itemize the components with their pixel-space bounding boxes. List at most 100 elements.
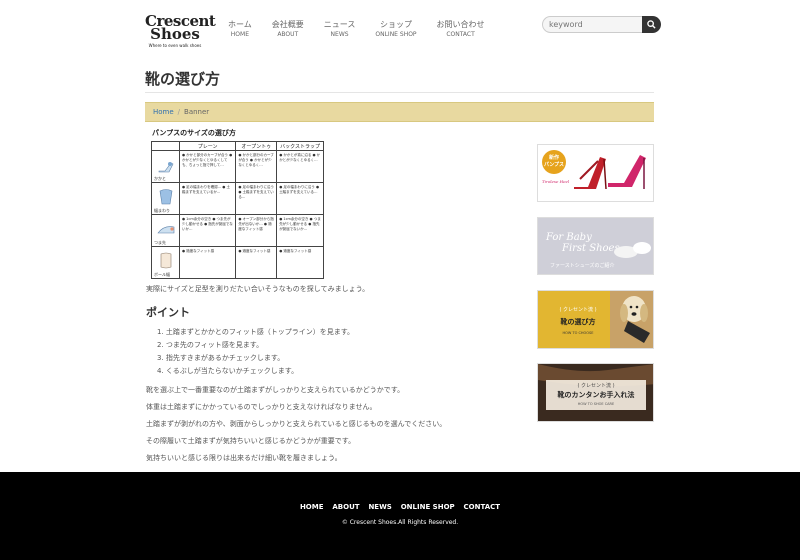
dog-image xyxy=(610,291,653,348)
size-guide-table: プレーン オープントゥ バックストラップ かかと ● かかと部分のカーブが合う … xyxy=(151,141,324,279)
nav-label-en: ONLINE SHOP xyxy=(375,31,417,38)
table-cell: ● かかと部分のカーブが合う ● かかとが少なくとゆるく… xyxy=(235,150,278,183)
search-input[interactable] xyxy=(542,16,642,33)
nav-item-contact[interactable]: お問い合わせ CONTACT xyxy=(427,19,495,39)
row-header: かかと xyxy=(151,150,180,183)
point-list: 1. 土踏まずとかかとのフィット感（トップライン）を見ます。 2. つま先のフィ… xyxy=(146,326,526,378)
banner-text-script2: First Shoes xyxy=(562,243,620,254)
footer: HOME ABOUT NEWS ONLINE SHOP CONTACT © Cr… xyxy=(0,472,800,560)
table-row: つま先 ● 1cm余分の空き ● つま先が少し動かせる ● 指先が窮屈でないか…… xyxy=(151,214,324,247)
breadcrumb-home-link[interactable]: Home xyxy=(153,108,174,116)
width-diagram-icon xyxy=(159,189,173,205)
paragraph: 土踏まずが剥がれの方や、剥面からしっかりと支えられていると感じるものを選んでくだ… xyxy=(146,420,447,428)
table-row: 幅まわり ● 足の幅まわりを確認… ● 土踏まずを支えているか… ● 足の幅まわ… xyxy=(151,182,324,215)
paragraph: 体重は土踏まずにかかっているのでしっかりと支えなければなりません。 xyxy=(146,403,377,411)
copyright: © Crescent Shoes.All Rights Reserved. xyxy=(341,519,459,526)
heel-diagram-icon xyxy=(158,162,174,173)
list-item: 4. くるぶしが当たらないかチェックします。 xyxy=(157,367,299,375)
logo-line2: Shoes xyxy=(150,25,200,43)
table-corner xyxy=(151,141,180,151)
breadcrumb: Home / Banner xyxy=(145,102,654,122)
banner-first-shoes[interactable]: For Baby First Shoes ファーストシューズのご紹介 xyxy=(537,217,654,275)
breadcrumb-current: Banner xyxy=(184,108,210,116)
banner-small-label: ( クレセント流 ) xyxy=(577,383,615,389)
table-cell: ● かかとが真に沿る ● かかとが少なくとゆるく… xyxy=(276,150,324,183)
list-item: 1. 土踏まずとかかとのフィット感（トップライン）を見ます。 xyxy=(157,328,354,336)
ball-diagram-icon xyxy=(160,252,172,269)
point-heading: ポイント xyxy=(146,306,190,319)
table-cell: ● 1cm余分の空き ● つま先が少し動かせる ● 指先が窮屈でないか… xyxy=(178,214,237,247)
footer-link-about[interactable]: ABOUT xyxy=(332,503,359,511)
breadcrumb-separator: / xyxy=(177,108,181,116)
nav-item-news[interactable]: ニュース NEWS xyxy=(314,19,366,39)
banner-title: 靴の選び方 xyxy=(560,318,596,326)
table-cell: ● かかと部分のカーブが合う ● かかとが少なくとゆるくしても、ちょっと指で押し… xyxy=(178,150,237,183)
table-cell: ● 足の幅まわりを確認… ● 土踏まずを支えているか… xyxy=(178,182,237,215)
row-header: 幅まわり xyxy=(151,182,180,215)
nav-label-en: HOME xyxy=(230,31,249,38)
banner-small-label: ( クレセント流 ) xyxy=(559,307,597,313)
nav-label-jp: ショップ xyxy=(379,20,412,29)
list-item: 3. 指先すきまがあるかチェックします。 xyxy=(157,354,285,362)
nav-label-jp: 会社概要 xyxy=(271,20,304,29)
size-table-title: パンプスのサイズの選び方 xyxy=(152,129,236,137)
nav-label-jp: ニュース xyxy=(323,20,356,29)
banner-shoe-care[interactable]: ( クレセント流 ) 靴のカンタンお手入れ法 HOW TO SHOE CARE xyxy=(537,363,654,422)
paragraph: 靴を選ぶ上で一番重要なのが土踏まずがしっかりと支えられているかどうかです。 xyxy=(146,386,405,394)
table-row: かかと ● かかと部分のカーブが合う ● かかとが少なくとゆるくしても、ちょっと… xyxy=(151,150,324,183)
table-row: ボール幅 ● 適度なフィット感 ● 適度なフィット感 ● 適度なフィット感 xyxy=(151,246,324,279)
nav-label-jp: ホーム xyxy=(228,20,252,29)
banner-title: 靴のカンタンお手入れ法 xyxy=(557,391,635,399)
red-heels-image xyxy=(574,155,646,190)
banner-new-pumps[interactable]: 新作 パンプス Tirolese Heel xyxy=(537,144,654,202)
table-cell: ● 足の幅まわりに沿う ● 土踏まずを支えている… xyxy=(235,182,278,215)
nav-item-home[interactable]: ホーム HOME xyxy=(218,19,262,39)
row-label: 幅まわり xyxy=(154,208,170,213)
site-logo[interactable]: Crescent Shoes Where to even walk shoes xyxy=(145,14,216,49)
table-header-back-strap: バックストラップ xyxy=(276,141,324,151)
footer-link-news[interactable]: NEWS xyxy=(368,503,391,511)
banner-text-script1: For Baby xyxy=(546,232,592,243)
divider xyxy=(145,92,654,93)
nav-label-en: ABOUT xyxy=(277,31,299,38)
table-cell: ● 適度なフィット感 xyxy=(276,246,324,279)
nav-item-shop[interactable]: ショップ ONLINE SHOP xyxy=(365,19,426,39)
footer-link-contact[interactable]: CONTACT xyxy=(464,503,501,511)
badge-circle: 新作 パンプス xyxy=(542,150,566,174)
search-icon xyxy=(647,20,656,29)
footer-nav: HOME ABOUT NEWS ONLINE SHOP CONTACT xyxy=(0,502,800,512)
banner-sub: HOW TO CHOOSE xyxy=(562,331,594,335)
search-button[interactable] xyxy=(642,16,661,33)
table-header-open-toe: オープントゥ xyxy=(235,141,278,151)
page-title: 靴の選び方 xyxy=(145,70,221,88)
footer-link-shop[interactable]: ONLINE SHOP xyxy=(401,503,455,511)
table-cell: ● 足の幅まわりに沿う ● 土踏まずを支えている… xyxy=(276,182,324,215)
toe-diagram-icon xyxy=(157,226,175,234)
row-header: ボール幅 xyxy=(151,246,180,279)
intro-text: 実際にサイズと足型を測りだたい合いそうなものを探してみましょう。 xyxy=(146,285,370,293)
banner-caption: ファーストシューズのご紹介 xyxy=(550,263,615,269)
table-cell: ● 適度なフィット感 xyxy=(235,246,278,279)
baby-shoes-image xyxy=(614,242,651,258)
logo-tagline: Where to even walk shoes xyxy=(148,43,202,48)
paragraph: 気持ちいいと感じる限りは出来るだけ細い靴を履きましょう。 xyxy=(146,454,342,462)
nav-label-en: CONTACT xyxy=(446,31,475,38)
table-cell: ● 1cm余分の空き ● つま先が少し動かせる ● 指先が窮屈でないか… xyxy=(276,214,324,247)
banner-how-to-choose[interactable]: ( クレセント流 ) 靴の選び方 HOW TO CHOOSE xyxy=(537,290,654,349)
nav-item-about[interactable]: 会社概要 ABOUT xyxy=(262,19,314,39)
banner-caption: Tirolese Heel xyxy=(542,179,570,184)
table-cell: ● オープン部分から指先が出ないか… ● 適度なフィット感 xyxy=(235,214,278,247)
table-header-plain: プレーン xyxy=(178,141,237,151)
main-content: パンプスのサイズの選び方 プレーン オープントゥ バックストラップ かかと ● … xyxy=(146,128,526,463)
nav-label-jp: お問い合わせ xyxy=(436,20,485,29)
main-nav: ホーム HOME 会社概要 ABOUT ニュース NEWS ショップ ONLIN… xyxy=(218,19,495,39)
row-header: つま先 xyxy=(151,214,180,247)
row-label: つま先 xyxy=(154,240,166,245)
row-label: ボール幅 xyxy=(154,272,170,277)
paragraph: その際履いて土踏まずが気持ちいいと感じるかどうかが重要です。 xyxy=(146,437,356,445)
banner-sub: HOW TO SHOE CARE xyxy=(577,402,615,406)
search-form xyxy=(542,16,661,33)
footer-link-home[interactable]: HOME xyxy=(300,503,324,511)
list-item: 2. つま先のフィット感を見ます。 xyxy=(157,341,264,349)
row-label: かかと xyxy=(154,176,166,181)
